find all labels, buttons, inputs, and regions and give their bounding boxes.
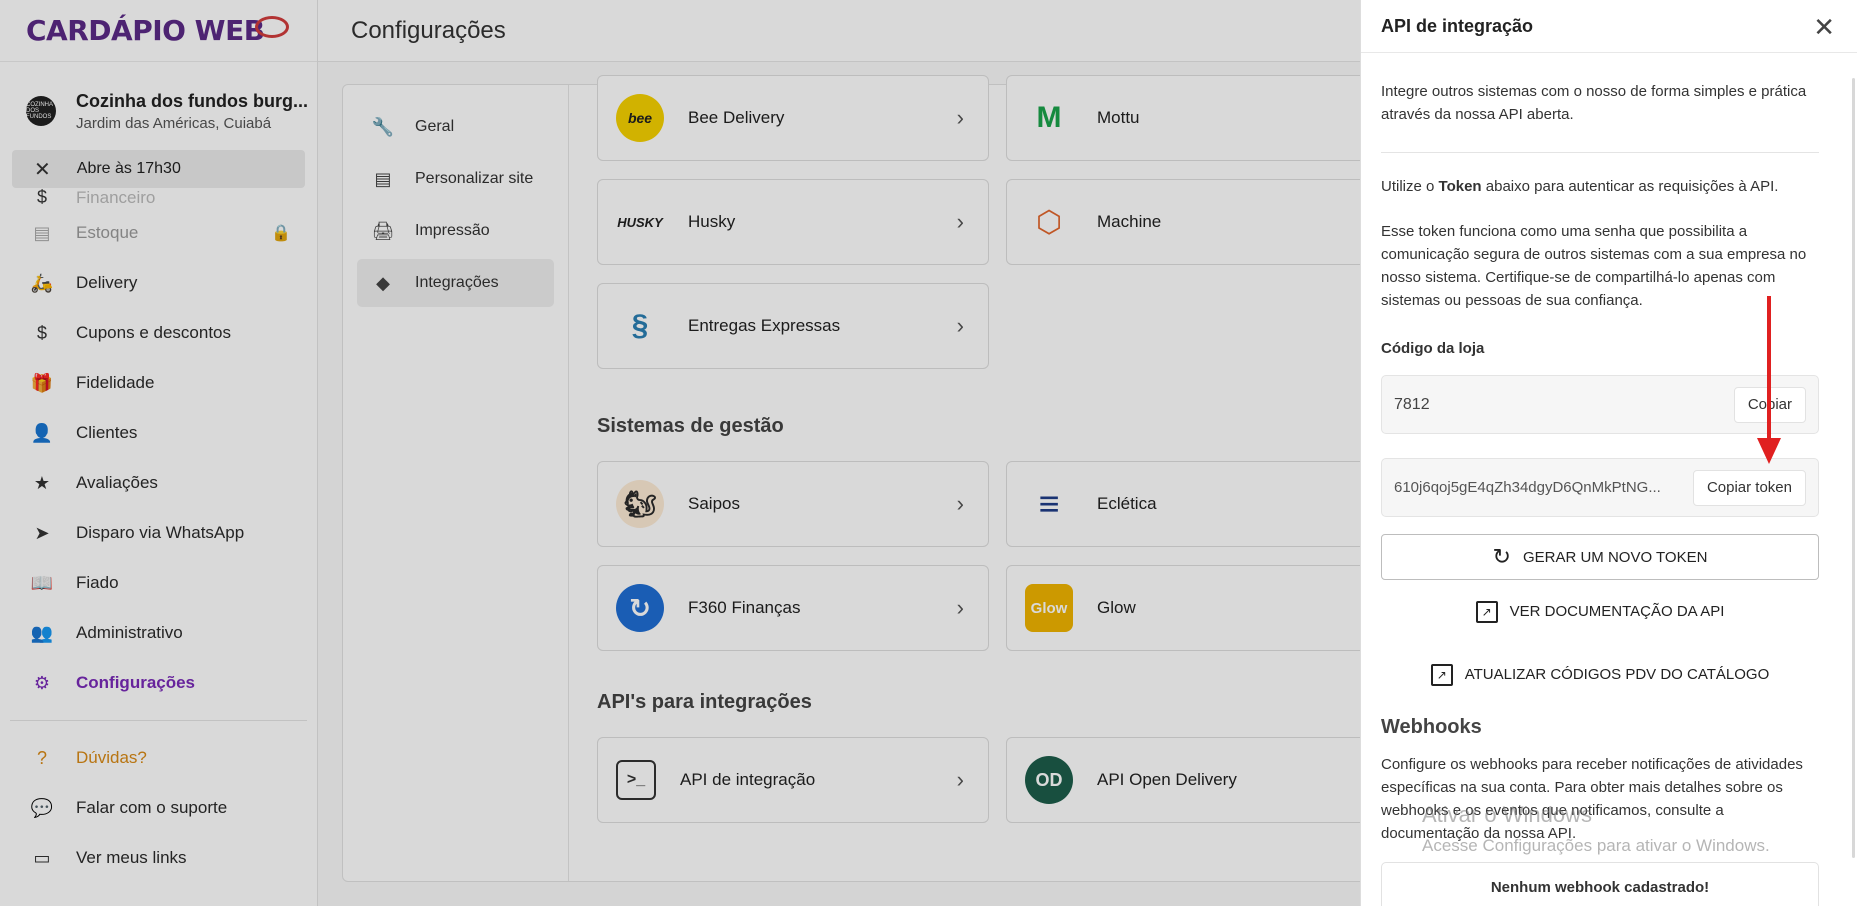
token-instruction: Utilize o Token abaixo para autenticar a… — [1381, 175, 1819, 198]
windows-watermark-sub: Acesse Configurações para ativar o Windo… — [1422, 836, 1770, 855]
external-link-icon: ↗ — [1430, 663, 1453, 686]
view-docs-button[interactable]: ↗ VER DOCUMENTAÇÃO DA API — [1381, 580, 1819, 643]
store-code-label: Código da loja — [1381, 340, 1485, 357]
scrollbar[interactable] — [1852, 78, 1855, 858]
token-value: 610j6qoj5gE4qZh34dgyD6QnMkPtNG... — [1394, 479, 1661, 496]
annotation-arrow-head — [1757, 438, 1781, 464]
token-field[interactable]: 610j6qoj5gE4qZh34dgyD6QnMkPtNG... Copiar… — [1381, 458, 1819, 517]
windows-watermark: Ativar o Windows — [1422, 802, 1592, 827]
annotation-arrow-line — [1767, 296, 1771, 446]
token-bold: Token — [1438, 178, 1482, 195]
token-prefix: Utilize o — [1381, 178, 1435, 195]
external-link-icon: ↗ — [1475, 600, 1498, 623]
drawer-body: Integre outros sistemas com o nosso de f… — [1361, 53, 1839, 906]
webhooks-description: Configure os webhooks para receber notif… — [1381, 756, 1803, 842]
store-code-value: 7812 — [1394, 395, 1430, 413]
webhooks-title: Webhooks — [1381, 716, 1482, 738]
divider — [1381, 152, 1819, 153]
modal-backdrop[interactable] — [0, 0, 1360, 906]
update-codes-button[interactable]: ↗ ATUALIZAR CÓDIGOS PDV DO CATÁLOGO — [1381, 643, 1819, 706]
docs-label: VER DOCUMENTAÇÃO DA API — [1509, 603, 1725, 620]
drawer-title: API de integração — [1381, 15, 1534, 36]
drawer-header: API de integração ✕ — [1361, 0, 1857, 53]
generate-label: GERAR UM NOVO TOKEN — [1522, 548, 1708, 566]
refresh-icon: ↻ — [1492, 544, 1511, 569]
token-warning: Esse token funciona como uma senha que p… — [1381, 223, 1807, 309]
close-icon[interactable]: ✕ — [1813, 12, 1835, 43]
token-suffix: abaixo para autenticar as requisições à … — [1485, 178, 1779, 195]
intro-text: Integre outros sistemas com o nosso de f… — [1381, 83, 1807, 123]
generate-token-button[interactable]: ↻ GERAR UM NOVO TOKEN — [1381, 534, 1819, 580]
no-webhook-message: Nenhum webhook cadastrado! — [1381, 862, 1819, 906]
update-codes-label: ATUALIZAR CÓDIGOS PDV DO CATÁLOGO — [1464, 666, 1770, 683]
store-code-field[interactable]: 7812 Copiar — [1381, 375, 1819, 434]
api-drawer: API de integração ✕ Integre outros siste… — [1360, 0, 1857, 906]
copy-token-button[interactable]: Copiar token — [1692, 469, 1806, 506]
